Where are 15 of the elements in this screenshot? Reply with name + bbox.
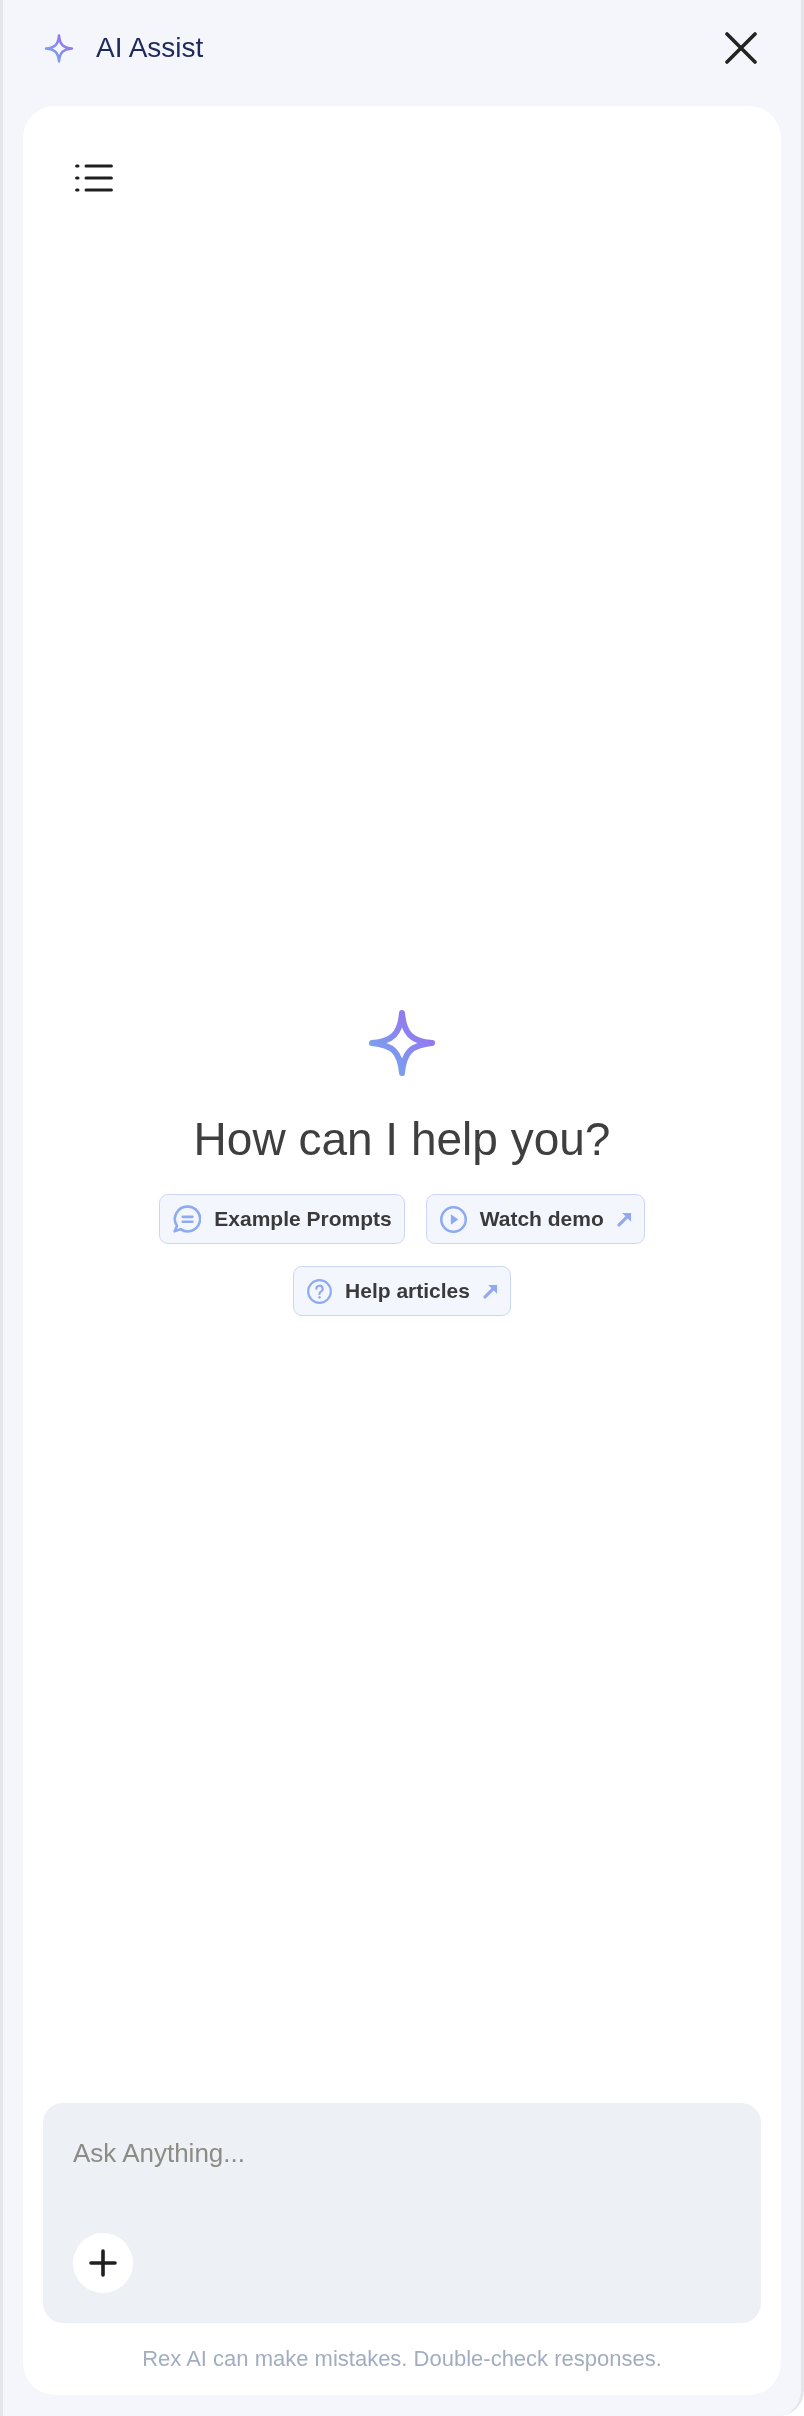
chat-bubble-icon	[173, 1205, 202, 1233]
examples-button[interactable]: Example Prompts	[159, 1194, 405, 1244]
help-button[interactable]: Help articles	[293, 1266, 511, 1316]
panel-title: AI Assist	[96, 34, 204, 62]
question-icon	[307, 1278, 333, 1304]
plus-icon	[89, 2249, 117, 2277]
welcome-heading: How can I help you?	[193, 1112, 611, 1167]
menu-icon[interactable]	[75, 164, 113, 192]
play-icon	[439, 1205, 467, 1233]
demo-button[interactable]: Watch demo	[425, 1194, 645, 1244]
sparkle-icon	[43, 32, 75, 64]
message-input[interactable]: Ask Anything...	[73, 2137, 731, 2233]
disclaimer-text: Rex AI can make mistakes. Double-check responses.	[142, 2346, 662, 2372]
message-field[interactable]: Ask Anything...	[43, 2103, 761, 2323]
close-icon[interactable]	[725, 32, 757, 64]
